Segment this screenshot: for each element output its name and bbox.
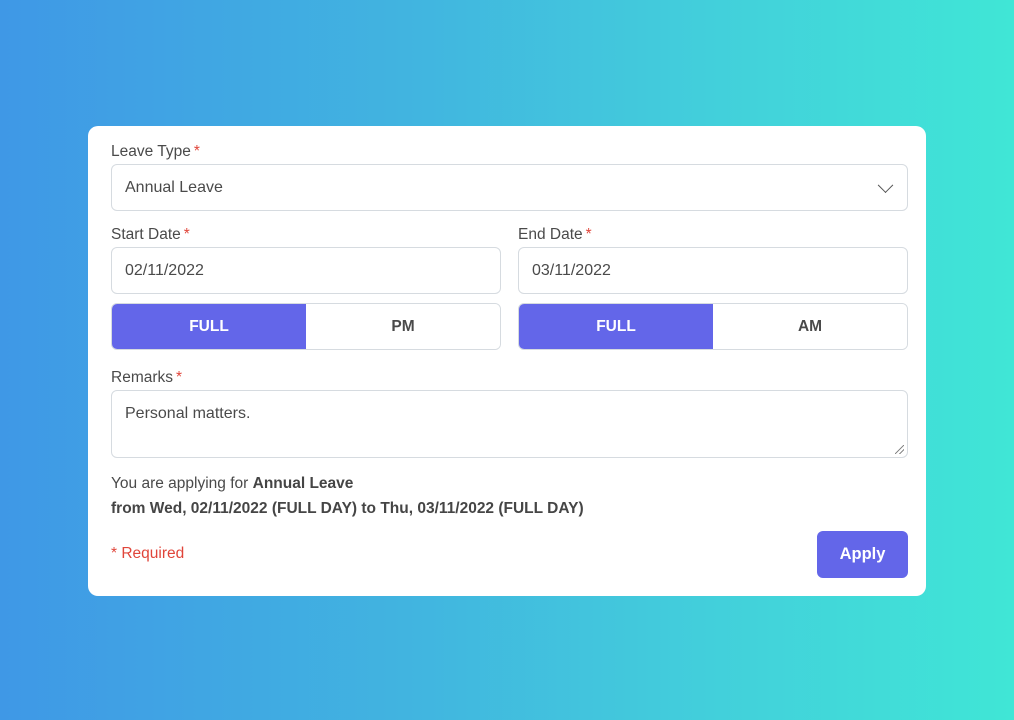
remarks-value: Personal matters.: [125, 405, 251, 422]
summary-prefix: You are applying for: [111, 475, 249, 492]
summary-line-2: from Wed, 02/11/2022 (FULL DAY) to Thu, …: [111, 500, 584, 517]
resize-handle-icon[interactable]: [895, 445, 904, 454]
end-date-label-text: End Date: [518, 226, 583, 243]
summary-line-1: You are applying for Annual Leave: [111, 475, 353, 493]
end-am-option[interactable]: AM: [713, 304, 907, 349]
remarks-textarea[interactable]: Personal matters.: [111, 390, 908, 458]
required-asterisk: *: [176, 369, 183, 386]
required-note: * Required: [111, 545, 185, 562]
leave-type-value: Annual Leave: [125, 178, 223, 196]
end-date-label: End Date *: [518, 226, 592, 244]
leave-type-select[interactable]: Annual Leave: [111, 164, 908, 211]
summary-leave-type: Annual Leave: [252, 475, 354, 492]
chevron-down-icon[interactable]: [877, 176, 894, 193]
remarks-label: Remarks *: [111, 369, 182, 387]
required-asterisk: *: [193, 143, 200, 160]
leave-application-card: Leave Type * Annual Leave Start Date * 02/…: [88, 126, 926, 596]
apply-button[interactable]: Apply: [817, 531, 908, 578]
start-full-option[interactable]: FULL: [112, 304, 306, 349]
leave-type-label: Leave Type *: [111, 143, 200, 161]
start-pm-option[interactable]: PM: [306, 304, 500, 349]
end-date-day-toggle: FULL AM: [518, 303, 908, 350]
remarks-label-text: Remarks: [111, 369, 174, 386]
end-full-option[interactable]: FULL: [519, 304, 713, 349]
required-asterisk: *: [183, 226, 190, 243]
end-date-value: 03/11/2022: [532, 261, 611, 279]
start-date-label-text: Start Date: [111, 226, 181, 243]
start-date-input[interactable]: 02/11/2022: [111, 247, 501, 294]
start-date-day-toggle: FULL PM: [111, 303, 501, 350]
required-asterisk: *: [585, 226, 592, 243]
leave-type-label-text: Leave Type: [111, 143, 191, 160]
start-date-label: Start Date *: [111, 226, 190, 244]
start-date-value: 02/11/2022: [125, 261, 204, 279]
end-date-input[interactable]: 03/11/2022: [518, 247, 908, 294]
